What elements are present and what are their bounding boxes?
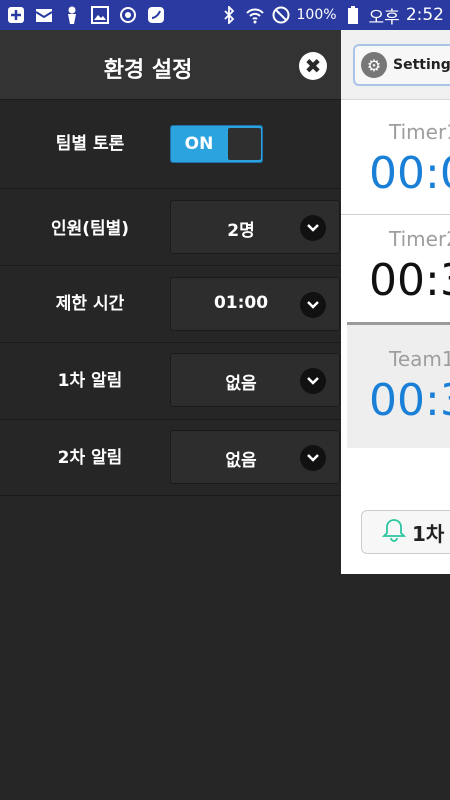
timer1-value: 00:00 xyxy=(369,148,450,199)
sync-icon xyxy=(118,5,138,25)
row-second-alarm: 2차 알림 없음 xyxy=(0,421,341,496)
time-limit-value: 01:00 xyxy=(213,293,269,313)
row-team-debate: 팀별 토론 ON xyxy=(0,101,341,189)
members-label: 인원(팀별) xyxy=(50,219,130,239)
do-not-disturb-icon xyxy=(271,5,291,25)
gear-icon: ⚙ xyxy=(361,52,387,78)
team1-label: Team1 xyxy=(389,347,450,371)
chevron-down-icon xyxy=(300,445,326,471)
phone-icon xyxy=(146,5,166,25)
team-debate-label: 팀별 토론 xyxy=(55,134,125,154)
setting-button[interactable]: ⚙ Setting xyxy=(353,44,450,86)
time-limit-label: 제한 시간 xyxy=(55,294,125,314)
battery-icon xyxy=(343,5,363,25)
wifi-icon xyxy=(245,5,265,25)
close-button[interactable]: ✖ xyxy=(299,52,327,80)
close-icon: ✖ xyxy=(304,54,322,78)
timer2-card[interactable]: Timer2 00:30 xyxy=(341,215,450,320)
timer1-card[interactable]: Timer1 00:00 xyxy=(341,100,450,214)
team1-value: 00:30 xyxy=(369,375,450,426)
setting-button-label: Setting xyxy=(393,57,450,73)
first-alarm-value: 없음 xyxy=(225,374,257,394)
battery-percent: 100% xyxy=(296,7,337,23)
row-first-alarm: 1차 알림 없음 xyxy=(0,344,341,420)
image-icon xyxy=(90,5,110,25)
second-alarm-label: 2차 알림 xyxy=(57,448,123,468)
first-alarm-dropdown[interactable]: 없음 xyxy=(170,353,340,407)
settings-drawer: 환경 설정 ✖ 팀별 토론 ON 인원(팀별) 2명 제한 시간 01:00 1… xyxy=(0,30,341,800)
bell-icon xyxy=(381,517,407,548)
row-members: 인원(팀별) 2명 xyxy=(0,190,341,266)
time-limit-dropdown[interactable]: 01:00 xyxy=(170,277,340,331)
chevron-down-icon xyxy=(300,368,326,394)
second-alarm-value: 없음 xyxy=(225,451,257,471)
status-time: 2:52 xyxy=(405,5,444,25)
timer1-label: Timer1 xyxy=(389,120,450,144)
main-toolbar: ⚙ Setting xyxy=(341,30,450,100)
toggle-state-label: ON xyxy=(184,134,214,154)
toggle-knob xyxy=(228,128,261,160)
members-dropdown[interactable]: 2명 xyxy=(170,200,340,254)
team-debate-toggle[interactable]: ON xyxy=(170,125,263,163)
first-alarm-label: 1차 알림 xyxy=(57,371,123,391)
team1-card[interactable]: Team1 00:30 xyxy=(347,322,450,448)
timer2-label: Timer2 xyxy=(389,227,450,251)
second-alarm-dropdown[interactable]: 없음 xyxy=(170,430,340,484)
figure-icon xyxy=(62,5,82,25)
drawer-title: 환경 설정 xyxy=(103,58,193,83)
main-screen-panel: ⚙ Setting Timer1 00:00 Timer2 00:30 Team… xyxy=(341,30,450,574)
row-time-limit: 제한 시간 01:00 xyxy=(0,267,341,343)
drawer-header: 환경 설정 ✖ xyxy=(0,30,341,100)
members-value: 2명 xyxy=(227,221,255,241)
first-alarm-button-label: 1차 xyxy=(412,521,445,546)
bluetooth-icon xyxy=(219,5,239,25)
chevron-down-icon xyxy=(300,292,326,318)
timer2-value: 00:30 xyxy=(369,255,450,306)
status-bar: 100% 오후 2:52 xyxy=(0,0,450,30)
mail-icon xyxy=(34,5,54,25)
status-ampm: 오후 xyxy=(368,7,400,28)
chevron-down-icon xyxy=(300,215,326,241)
app-screen: ⚙ Setting Timer1 00:00 Timer2 00:30 Team… xyxy=(0,30,450,800)
first-alarm-button[interactable]: 1차 xyxy=(361,510,450,554)
add-icon xyxy=(6,5,26,25)
